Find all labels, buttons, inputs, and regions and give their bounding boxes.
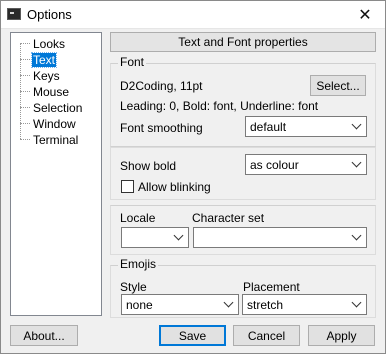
show-bold-value: as colour	[250, 158, 299, 172]
font-smoothing-select[interactable]: default	[245, 116, 367, 137]
close-icon: ✕	[358, 6, 372, 24]
cancel-button[interactable]: Cancel	[233, 325, 300, 346]
chevron-down-icon	[173, 230, 184, 241]
panel-header: Text and Font properties	[110, 32, 376, 52]
emoji-style-select[interactable]: none	[121, 294, 239, 315]
about-button[interactable]: About...	[10, 325, 78, 346]
close-button[interactable]: ✕	[345, 1, 385, 28]
title-bar: Options ✕	[1, 1, 385, 29]
font-group: Font D2Coding, 11pt Select... Leading: 0…	[110, 55, 376, 148]
emoji-placement-value: stretch	[247, 298, 284, 312]
tree-item-label: Window	[33, 116, 76, 131]
bold-group: Show bold as colour Allow blinking	[110, 146, 376, 200]
tree-item-selection[interactable]: Selection	[20, 100, 83, 115]
tree-item-label: Selection	[33, 100, 83, 115]
about-button-label: About...	[23, 328, 65, 343]
locale-select[interactable]	[121, 227, 189, 248]
font-smoothing-value: default	[250, 120, 287, 134]
font-name-text: D2Coding, 11pt	[120, 79, 203, 93]
allow-blinking-checkbox[interactable]	[121, 180, 134, 193]
emoji-style-label: Style	[120, 280, 147, 294]
emoji-placement-select[interactable]: stretch	[242, 294, 367, 315]
window-title: Options	[27, 7, 72, 22]
font-group-label: Font	[118, 55, 147, 69]
apply-button-label: Apply	[326, 328, 357, 343]
show-bold-label: Show bold	[120, 159, 177, 173]
select-font-button-label: Select...	[316, 78, 360, 93]
chevron-down-icon	[351, 230, 362, 241]
tree-item-looks[interactable]: Looks	[20, 36, 66, 51]
allow-blinking-label[interactable]: Allow blinking	[138, 180, 211, 194]
emoji-placement-label: Placement	[243, 280, 300, 294]
apply-button[interactable]: Apply	[308, 325, 375, 346]
save-button-label: Save	[178, 328, 207, 343]
panel-header-text: Text and Font properties	[178, 35, 308, 49]
tree-item-label: Mouse	[33, 84, 70, 99]
cancel-button-label: Cancel	[247, 328, 286, 343]
tree-item-keys[interactable]: Keys	[20, 68, 61, 83]
show-bold-select[interactable]: as colour	[245, 154, 367, 175]
terminal-app-icon	[7, 8, 21, 20]
locale-group: Locale Character set	[110, 205, 376, 255]
emojis-group: Emojis Style Placement none stretch	[110, 257, 376, 318]
emojis-group-label: Emojis	[118, 257, 159, 271]
chevron-down-icon	[351, 119, 362, 130]
tree-item-label: Terminal	[33, 132, 79, 147]
tree-item-label: Looks	[33, 36, 66, 51]
save-button[interactable]: Save	[159, 325, 226, 346]
tree-item-mouse[interactable]: Mouse	[20, 84, 70, 99]
tree-item-label: Keys	[33, 68, 60, 83]
tree-item-text[interactable]: Text	[20, 51, 58, 68]
chevron-down-icon	[351, 157, 362, 168]
tree-item-label: Text	[30, 51, 58, 68]
locale-label: Locale	[120, 211, 156, 225]
font-details-text: Leading: 0, Bold: font, Underline: font	[120, 99, 319, 113]
tree-item-window[interactable]: Window	[20, 116, 77, 131]
emoji-style-value: none	[126, 298, 153, 312]
category-tree[interactable]: Looks Text Keys Mouse Selection Window T…	[10, 32, 102, 316]
chevron-down-icon	[223, 297, 234, 308]
charset-select[interactable]	[193, 227, 367, 248]
tree-item-terminal[interactable]: Terminal	[20, 132, 79, 147]
select-font-button[interactable]: Select...	[310, 75, 366, 96]
font-smoothing-label: Font smoothing	[120, 121, 203, 135]
charset-label: Character set	[192, 211, 265, 225]
options-window: Options ✕ Looks Text Keys Mouse Selectio…	[0, 0, 386, 354]
chevron-down-icon	[351, 297, 362, 308]
